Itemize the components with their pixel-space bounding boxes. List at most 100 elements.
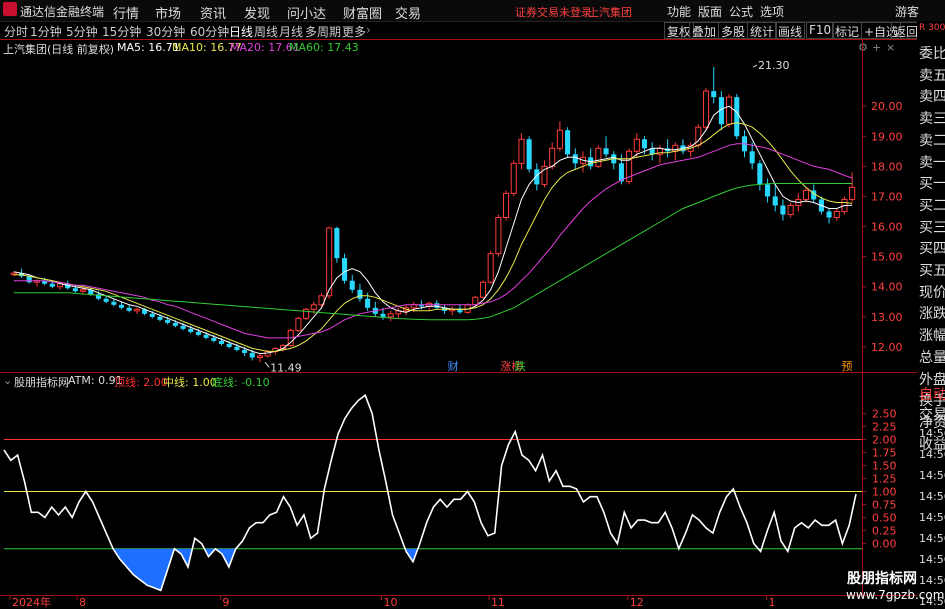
candle-body-down — [149, 313, 155, 317]
candle-body-down — [242, 349, 248, 353]
x-tick-label: 1 — [768, 596, 775, 609]
side-lower-item-0[interactable]: 自动 — [919, 384, 945, 404]
candle-body-up — [556, 129, 563, 149]
x-tick-label: 2024年 — [12, 595, 51, 609]
indicator-below-fill — [113, 548, 175, 591]
plus-icon[interactable]: + — [872, 41, 881, 54]
tab-period-30min[interactable]: 30分钟 — [146, 23, 185, 40]
overlay-button[interactable]: 叠加 — [689, 22, 720, 39]
candle-body-down — [441, 307, 448, 311]
side-time-3: 14:56 — [919, 490, 945, 503]
guest-label[interactable]: 游客 — [895, 3, 919, 20]
candle-body-down — [18, 273, 25, 277]
candle-body-up — [33, 280, 40, 283]
candle-body-down — [234, 346, 240, 350]
tab-period-multi[interactable]: 多周期 — [305, 23, 341, 40]
indicator-tick-label: 2.50 — [872, 407, 897, 420]
chevron-right-icon[interactable]: › — [366, 23, 371, 37]
candle-body-down — [118, 304, 125, 308]
tab-period-15min[interactable]: 15分钟 — [102, 23, 141, 40]
notice-stock: 上汽集团 — [588, 6, 632, 19]
tab-period-5min[interactable]: 5分钟 — [66, 23, 98, 40]
candle-body-down — [572, 154, 578, 164]
tab-period-60min[interactable]: 60分钟 — [190, 23, 229, 40]
candle-body-down — [172, 322, 178, 326]
candle-body-up — [487, 253, 494, 283]
candle-body-down — [711, 91, 717, 98]
candle-body-down — [249, 352, 255, 358]
tab-period-more[interactable]: 更多 — [342, 23, 366, 40]
x-tick-label: 12 — [630, 596, 644, 609]
candle-body-up — [472, 296, 479, 306]
indicator-below-fill — [204, 548, 216, 557]
indicator-tick-label: 1.00 — [872, 486, 897, 499]
menu-formula[interactable]: 公式 — [729, 3, 753, 20]
chevron-down-icon[interactable]: ⌄ — [3, 374, 12, 387]
side-item-0: 委比 — [919, 46, 945, 62]
candle-body-down — [741, 136, 748, 152]
login-notice[interactable]: 证券交易未登录 — [515, 4, 592, 20]
indicator-below-fill — [758, 548, 762, 552]
multi-stock-button[interactable]: 多股 — [718, 22, 749, 39]
candle-body-down — [826, 211, 832, 218]
candle-body-down — [618, 163, 624, 182]
tab-period-weekly[interactable]: 周线 — [254, 23, 278, 40]
candle-body-down — [641, 139, 648, 149]
watermark-line2: www.7gpzb.com — [846, 588, 945, 602]
candle-body-down — [180, 325, 186, 329]
side-time-1: 14:56 — [919, 448, 945, 461]
stock-label: 上汽集团(日线 前复权) — [3, 43, 115, 56]
candle-body-up — [633, 138, 640, 152]
x-tick-label: 10 — [384, 596, 398, 609]
ma-line-ma60 — [13, 183, 853, 321]
candle-body-up — [833, 210, 840, 219]
menu-layout[interactable]: 版面 — [698, 3, 722, 20]
indicator-tick-label: 1.75 — [872, 446, 897, 459]
menu-discover[interactable]: 发现 — [244, 3, 270, 22]
candle-body-down — [718, 97, 724, 125]
menu-wenxiaoda[interactable]: 问小达 — [287, 3, 326, 22]
candle-body-up — [310, 304, 317, 310]
candle-body-up — [672, 144, 679, 152]
candle-body-down — [165, 319, 171, 323]
side-item-6: 买一 — [919, 176, 945, 193]
menu-market[interactable]: 市场 — [155, 3, 181, 22]
tab-period-monthly[interactable]: 月线 — [279, 23, 303, 40]
candle-body-down — [88, 289, 94, 295]
candle-body-up — [426, 302, 433, 307]
candle-body-up — [10, 272, 17, 276]
f10-button[interactable]: F10 — [806, 22, 835, 39]
draw-line-button[interactable]: 画线 — [775, 22, 806, 39]
menu-trade[interactable]: 交易 — [395, 3, 421, 22]
menu-functions[interactable]: 功能 — [667, 3, 691, 20]
price-tick-label: 12.00 — [871, 341, 903, 354]
candle-body-down — [565, 130, 571, 155]
settings-icon[interactable]: ⚙ — [858, 41, 868, 54]
menu-news[interactable]: 资讯 — [200, 3, 226, 22]
tab-period-daily[interactable]: 日线 — [229, 23, 253, 40]
candle-body-up — [541, 165, 548, 185]
side-lower-item-1[interactable]: 交易 — [919, 404, 945, 424]
indicator-name: 股朋指标网 — [14, 376, 69, 389]
tab-period-1min[interactable]: 1分钟 — [30, 23, 62, 40]
top-line-label: 顶线: 2.00 — [114, 376, 168, 389]
mark-button[interactable]: 标记 — [832, 22, 863, 39]
tab-period-intraday[interactable]: 分时 — [4, 23, 28, 40]
stats-button[interactable]: 统计 — [747, 22, 778, 39]
x-tick-label: 8 — [79, 596, 86, 609]
candle-body-up — [264, 350, 271, 357]
menu-wealth-circle[interactable]: 财富圈 — [343, 3, 382, 22]
period-toolbar: 分时 1分钟 5分钟 15分钟 30分钟 60分钟 日线 周线 月线 多周期 更… — [0, 22, 945, 39]
candle-body-up — [702, 90, 710, 128]
side-item-14: 总量 — [919, 349, 945, 366]
candle-body-down — [734, 97, 740, 137]
close-icon[interactable]: × — [886, 41, 895, 54]
menu-quotes[interactable]: 行情 — [113, 3, 139, 22]
candle-body-down — [665, 148, 671, 152]
chevron-down-icon[interactable]: ⌄ — [104, 41, 113, 54]
menu-options[interactable]: 选项 — [760, 3, 784, 20]
candle-body-up — [279, 344, 287, 349]
side-time-6: 14:56 — [919, 553, 945, 566]
candle-body-up — [295, 317, 302, 331]
candle-body-up — [449, 308, 456, 312]
